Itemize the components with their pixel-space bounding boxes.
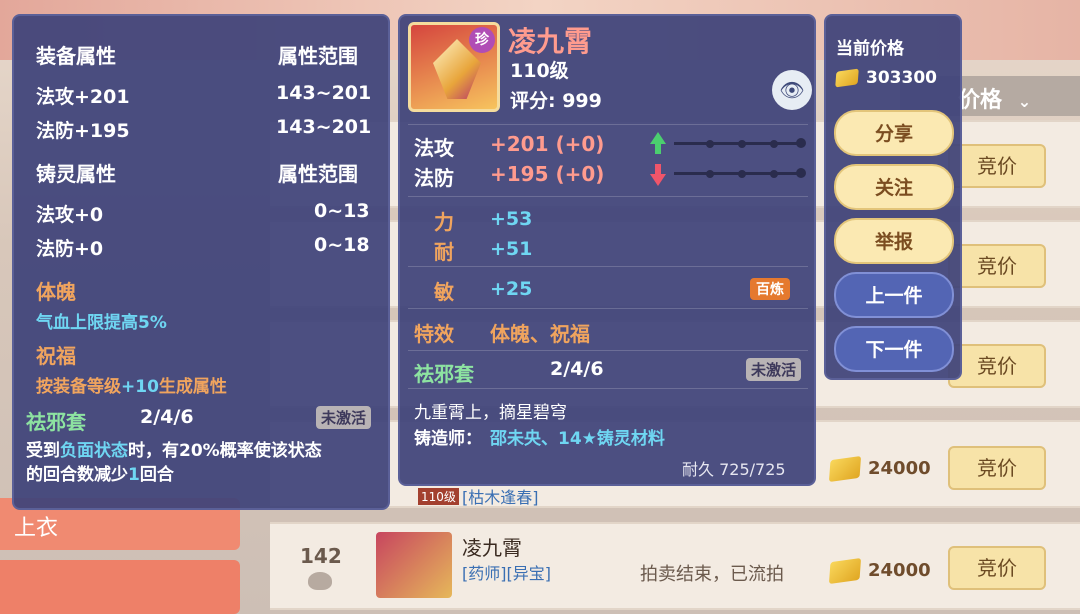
slider-dot xyxy=(796,138,806,148)
effect-desc: 按装备等级+10生成属性 xyxy=(36,377,227,397)
arrow-up-stem xyxy=(655,144,661,154)
set-status-badge: 未激活 xyxy=(746,358,802,381)
durability: 耐久 725/725 xyxy=(682,460,786,479)
divider xyxy=(408,196,808,197)
report-button[interactable]: 举报 xyxy=(834,218,954,264)
special-label: 特效 xyxy=(414,322,454,346)
divider xyxy=(408,124,808,125)
attr-label: 力 xyxy=(434,210,454,234)
gold-ticket-icon xyxy=(835,68,859,88)
refine-badge: 百炼 xyxy=(750,278,790,300)
attr-value: +51 xyxy=(490,238,533,260)
divider xyxy=(408,388,808,389)
divider xyxy=(408,350,808,351)
effect-name: 祝福 xyxy=(36,344,76,368)
attr-range-title: 属性范围 xyxy=(278,44,358,68)
gold-ticket-icon xyxy=(828,558,862,584)
current-price: 303300 xyxy=(835,68,937,88)
item-icon: 珍 xyxy=(408,22,500,112)
special-value: 体魄、祝福 xyxy=(490,322,590,346)
row-price: 24000 xyxy=(828,456,931,482)
equip-attr-label: 法攻+201 xyxy=(36,86,130,108)
price-header-label: 价格 xyxy=(958,88,1003,113)
bid-button[interactable]: 竞价 xyxy=(948,144,1046,188)
slider-dot xyxy=(738,170,746,178)
attr-label: 耐 xyxy=(434,240,454,264)
follow-button[interactable]: 关注 xyxy=(834,164,954,210)
slider-dot xyxy=(706,140,714,148)
item-thumbnail xyxy=(376,532,452,598)
current-price-label: 当前价格 xyxy=(836,39,904,59)
item-name: 凌九霄 xyxy=(508,25,593,58)
arrow-down-stem xyxy=(655,164,661,174)
gold-ticket-icon xyxy=(828,456,862,482)
slider-dot xyxy=(738,140,746,148)
spirit-attr-label: 法防+0 xyxy=(36,238,104,260)
row-item-name: 凌九霄 xyxy=(462,536,522,560)
row-tags: [枯木逢春] xyxy=(462,488,539,507)
bid-button[interactable]: 竞价 xyxy=(948,446,1046,490)
stat-label: 法防 xyxy=(414,166,454,190)
set-desc-line1: 受到负面状态时，有20%概率使该状态 xyxy=(26,441,322,461)
attribute-range-panel: 装备属性 属性范围 法攻+201 143~201 法防+195 143~201 … xyxy=(12,14,390,510)
tab-label: 上衣 xyxy=(14,516,59,541)
slider-dot xyxy=(706,170,714,178)
divider xyxy=(408,266,808,267)
heart-icon[interactable] xyxy=(308,572,332,590)
flavor-text: 九重霄上，摘星碧穹 xyxy=(414,403,567,423)
chevron-down-icon: ⌄ xyxy=(1017,92,1032,111)
spirit-range-title: 属性范围 xyxy=(278,162,358,186)
set-name: 祛邪套 xyxy=(26,410,86,434)
attr-value: +25 xyxy=(490,278,533,300)
effect-desc: 气血上限提高5% xyxy=(36,313,167,333)
equip-attr-range: 143~201 xyxy=(276,82,372,104)
attr-label: 敏 xyxy=(434,280,454,304)
slider-dot xyxy=(796,168,806,178)
set-status-badge: 未激活 xyxy=(316,406,372,429)
set-desc-line2: 的回合数减少1回合 xyxy=(26,465,174,485)
row-number: 142 xyxy=(300,544,342,568)
row-level-tag: 110级 xyxy=(418,488,459,505)
arrow-down-icon xyxy=(650,174,666,186)
row-status: 拍卖结束，已流拍 xyxy=(640,564,784,585)
spirit-attr-label: 法攻+0 xyxy=(36,204,104,226)
stat-value: +201 (+0) xyxy=(490,132,605,156)
stat-label: 法攻 xyxy=(414,136,454,160)
spirit-attr-range: 0~18 xyxy=(314,234,370,256)
tab-next[interactable] xyxy=(0,560,240,614)
previous-item-button[interactable]: 上一件 xyxy=(834,272,954,318)
equip-attr-range: 143~201 xyxy=(276,116,372,138)
effect-name: 体魄 xyxy=(36,280,76,304)
share-button[interactable]: 分享 xyxy=(834,110,954,156)
equip-attr-label: 法防+195 xyxy=(36,120,130,142)
eye-icon[interactable]: 👁 xyxy=(772,70,812,110)
set-progress: 2/4/6 xyxy=(550,358,604,380)
divider xyxy=(408,308,808,309)
arrow-up-icon xyxy=(650,132,666,144)
maker-line: 铸造师： 邵未央、14★铸灵材料 xyxy=(414,429,665,449)
item-detail-panel: 珍 凌九霄 110级 评分: 999 👁 法攻 +201 (+0) 法防 +19… xyxy=(398,14,816,486)
item-level: 110级 xyxy=(510,60,569,82)
slider-dot xyxy=(770,170,778,178)
set-progress: 2/4/6 xyxy=(140,406,194,428)
slider-dot xyxy=(770,140,778,148)
set-name: 祛邪套 xyxy=(414,362,474,386)
bid-button[interactable]: 竞价 xyxy=(948,546,1046,590)
bid-button[interactable]: 竞价 xyxy=(948,344,1046,388)
item-score: 评分: 999 xyxy=(510,90,602,112)
action-panel: 当前价格 303300 分享 关注 举报 上一件 下一件 xyxy=(824,14,962,380)
row-tags: [药师][异宝] xyxy=(462,564,551,583)
attr-value: +53 xyxy=(490,208,533,230)
spirit-attr-range: 0~13 xyxy=(314,200,370,222)
bid-button[interactable]: 竞价 xyxy=(948,244,1046,288)
spirit-attr-title: 铸灵属性 xyxy=(36,162,116,186)
row-price: 24000 xyxy=(828,558,931,584)
next-item-button[interactable]: 下一件 xyxy=(834,326,954,372)
stat-value: +195 (+0) xyxy=(490,162,605,186)
rarity-badge: 珍 xyxy=(469,27,495,53)
equip-attr-title: 装备属性 xyxy=(36,44,116,68)
